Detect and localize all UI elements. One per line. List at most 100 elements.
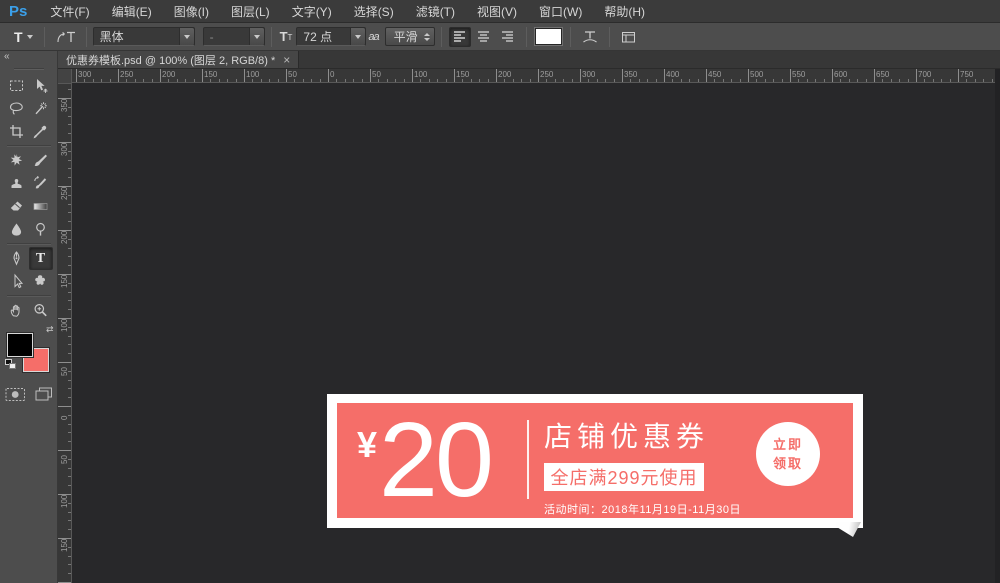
font-family-value: 黑体 <box>94 28 179 45</box>
tool-eyedropper[interactable] <box>29 120 53 143</box>
text-color-swatch[interactable] <box>535 28 562 45</box>
menu-item-file[interactable]: 文件(F) <box>39 0 100 22</box>
vertical-ruler[interactable]: 35030025020015010050050100150200 <box>58 83 72 583</box>
menu-item-window[interactable]: 窗口(W) <box>528 0 593 22</box>
panel-grip[interactable] <box>0 64 57 73</box>
chevron-down-icon <box>254 35 260 39</box>
chevron-down-icon <box>27 35 33 39</box>
menu-item-help[interactable]: 帮助(H) <box>593 0 656 22</box>
h-ruler-label: 700 <box>918 70 931 79</box>
document-tab-bar: 优惠券模板.psd @ 100% (图层 2, RGB/8) * × <box>58 51 1000 69</box>
menu-item-edit[interactable]: 编辑(E) <box>101 0 163 22</box>
divider <box>271 27 272 47</box>
h-ruler-label: 550 <box>792 70 805 79</box>
menu-item-type[interactable]: 文字(Y) <box>281 0 343 22</box>
font-family-select[interactable]: 黑体 <box>93 27 195 46</box>
stepper-arrows-icon <box>424 33 430 41</box>
font-size-select[interactable]: 72 点 <box>296 27 366 46</box>
dodge-icon <box>32 221 49 238</box>
v-ruler-label: 300 <box>60 143 69 156</box>
healing-brush-icon <box>8 152 25 169</box>
foreground-color-swatch[interactable] <box>7 333 33 357</box>
tool-dodge[interactable] <box>29 218 53 241</box>
screen-mode-button[interactable] <box>34 386 53 402</box>
tool-history-brush[interactable] <box>29 172 53 195</box>
h-ruler-label: 200 <box>498 70 511 79</box>
coupon-period: 活动时间：2018年11月19日-11月30日 <box>544 501 741 517</box>
path-selection-icon <box>8 273 25 290</box>
tool-magic-wand[interactable] <box>29 97 53 120</box>
coupon-title: 店铺优惠券 <box>544 415 741 455</box>
quick-mask-button[interactable] <box>5 387 26 402</box>
warp-text-button[interactable] <box>577 29 603 45</box>
tool-eraser[interactable] <box>5 195 29 218</box>
pen-icon <box>8 250 25 267</box>
crop-icon <box>8 123 25 140</box>
menu-item-filter[interactable]: 滤镜(T) <box>405 0 466 22</box>
dropdown-arrow[interactable] <box>249 28 264 45</box>
tool-clone-stamp[interactable] <box>5 172 29 195</box>
tool-lasso[interactable] <box>5 97 29 120</box>
h-ruler-label: 50 <box>372 70 381 79</box>
menu-item-layer[interactable]: 图层(L) <box>220 0 281 22</box>
zoom-icon <box>32 302 49 319</box>
canvas-area[interactable]: 3002502001501005005010015020025030035040… <box>58 69 1000 583</box>
claim-button: 立即 领取 <box>756 422 820 486</box>
chevron-down-icon <box>355 35 361 39</box>
tool-gradient[interactable] <box>29 195 53 218</box>
menu-item-view[interactable]: 视图(V) <box>466 0 528 22</box>
tool-blur[interactable] <box>5 218 29 241</box>
tool-preset-picker[interactable]: T <box>9 27 38 47</box>
align-center-button[interactable] <box>473 27 495 47</box>
v-ruler-label: 0 <box>60 416 69 420</box>
anti-alias-select[interactable]: 平滑 <box>385 27 435 46</box>
divider <box>526 27 527 47</box>
claim-line2: 领取 <box>773 454 803 473</box>
dropdown-arrow[interactable] <box>179 28 194 45</box>
tools-panel: « <box>0 51 58 583</box>
tool-path-selection[interactable] <box>5 270 29 293</box>
tool-custom-shape[interactable] <box>29 270 53 293</box>
tool-hand[interactable] <box>5 299 29 322</box>
tool-spot-healing-brush[interactable] <box>5 149 29 172</box>
h-ruler-label: 350 <box>624 70 637 79</box>
v-ruler-label: 50 <box>60 367 69 376</box>
text-orientation-button[interactable] <box>51 29 80 44</box>
tool-rectangular-marquee[interactable] <box>5 74 29 97</box>
menubar: Ps 文件(F)编辑(E)图像(I)图层(L)文字(Y)选择(S)滤镜(T)视图… <box>0 0 1000 23</box>
dropdown-arrow[interactable] <box>350 28 365 45</box>
tool-zoom[interactable] <box>29 299 53 322</box>
coupon-document: ¥ 20 店铺优惠券 全店满299元使用 活动时间：2018年11月19日-11… <box>327 394 863 528</box>
divider <box>44 27 45 47</box>
page-curl <box>836 522 861 537</box>
menu-item-select[interactable]: 选择(S) <box>343 0 405 22</box>
v-ruler-label: 350 <box>60 99 69 112</box>
color-swatches: ⇄ <box>4 326 54 378</box>
font-style-select[interactable]: - <box>203 27 265 46</box>
horizontal-ruler[interactable]: 3002502001501005005010015020025030035040… <box>58 69 1000 83</box>
h-ruler-label: 650 <box>876 70 889 79</box>
tool-pen[interactable] <box>5 247 29 270</box>
align-left-button[interactable] <box>449 27 471 47</box>
menu-item-image[interactable]: 图像(I) <box>163 0 220 22</box>
move-tool-icon <box>32 77 49 94</box>
swap-colors-icon[interactable]: ⇄ <box>46 324 54 335</box>
divider <box>441 27 442 47</box>
ruler-origin-corner[interactable] <box>58 69 72 84</box>
align-right-button[interactable] <box>497 27 519 47</box>
v-ruler-label: 200 <box>60 231 69 244</box>
close-icon[interactable]: × <box>283 54 290 66</box>
toggle-panels-button[interactable] <box>616 30 641 44</box>
magic-wand-icon <box>32 100 49 117</box>
collapse-panel-icon[interactable]: « <box>0 51 57 64</box>
tool-horizontal-type[interactable]: T <box>29 247 53 270</box>
tool-crop[interactable] <box>5 120 29 143</box>
screen-mode-icon <box>34 386 53 402</box>
coupon-condition: 全店满299元使用 <box>544 463 704 491</box>
divider <box>86 27 87 47</box>
h-ruler-label: 250 <box>540 70 553 79</box>
default-colors-icon[interactable] <box>5 359 17 370</box>
tool-move[interactable] <box>29 74 53 97</box>
tool-brush[interactable] <box>29 149 53 172</box>
document-tab[interactable]: 优惠券模板.psd @ 100% (图层 2, RGB/8) * × <box>58 51 299 68</box>
